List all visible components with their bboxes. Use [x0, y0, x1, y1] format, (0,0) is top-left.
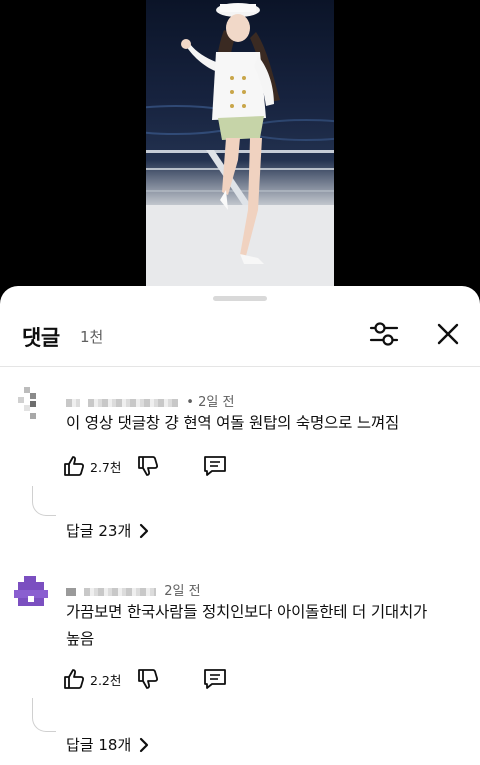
view-replies-button[interactable]: 답글 23개 [66, 520, 149, 541]
close-button[interactable] [428, 314, 468, 354]
reply-button[interactable] [202, 665, 228, 693]
like-button[interactable]: 2.2천 [62, 665, 121, 693]
comments-count: 1천 [80, 328, 104, 346]
comments-title: 댓글 [22, 326, 60, 350]
comment-time: 2일 전 [198, 395, 235, 410]
avatar[interactable] [14, 387, 48, 421]
comment-actions: 2.7천 [62, 452, 362, 480]
dislike-button[interactable] [136, 452, 160, 480]
comment-text: 가끔보면 한국사람들 정치인보다 아이돌한테 더 기대치가 높음 [66, 603, 428, 648]
drag-handle[interactable] [213, 296, 267, 301]
comment-text: 이 영상 댓글창 걍 현역 여돌 원탑의 숙명으로 느껴짐 [66, 414, 400, 432]
comment-icon [204, 456, 226, 476]
chevron-right-icon [140, 523, 149, 538]
author-name-redacted[interactable] [66, 587, 76, 596]
avatar[interactable] [14, 576, 48, 610]
meta-separator: • [186, 395, 194, 410]
thumbs-down-icon [138, 669, 159, 689]
dislike-button[interactable] [136, 665, 160, 693]
comments-sheet: 댓글 1천 • 2일 전 이 영상 댓글창 걍 현역 여돌 원탑의 숙명으로 느… [0, 286, 480, 765]
comment-meta: • 2일 전 [66, 391, 234, 410]
comment-actions: 2.2천 [62, 665, 362, 693]
like-count: 2.2천 [90, 672, 122, 688]
sort-filter-button[interactable] [364, 314, 404, 354]
view-replies-button[interactable]: 답글 18개 [66, 734, 149, 755]
comment-meta: 2일 전 [66, 580, 201, 599]
author-name-redacted[interactable] [84, 587, 157, 596]
header-divider [0, 366, 480, 367]
chevron-right-icon [140, 737, 149, 752]
like-count: 2.7천 [90, 459, 122, 475]
comment-icon [204, 669, 226, 689]
close-icon [437, 323, 459, 345]
author-name-redacted[interactable] [66, 398, 80, 407]
replies-count: 답글 18개 [66, 736, 132, 754]
comments-header: 댓글 1천 [0, 314, 480, 366]
video-frame [146, 0, 334, 290]
replies-count: 답글 23개 [66, 522, 132, 540]
thread-connector [32, 698, 56, 732]
like-button[interactable]: 2.7천 [62, 452, 121, 480]
thumbs-up-icon [64, 456, 85, 476]
thumbs-down-icon [138, 456, 159, 476]
sliders-icon [369, 322, 399, 346]
thread-connector [32, 486, 56, 516]
video-player[interactable] [0, 0, 480, 300]
reply-button[interactable] [202, 452, 228, 480]
comment-time: 2일 전 [164, 584, 201, 599]
thumbs-up-icon [64, 669, 85, 689]
video-thumbnail-image [146, 3, 334, 290]
author-name-redacted[interactable] [88, 398, 179, 407]
